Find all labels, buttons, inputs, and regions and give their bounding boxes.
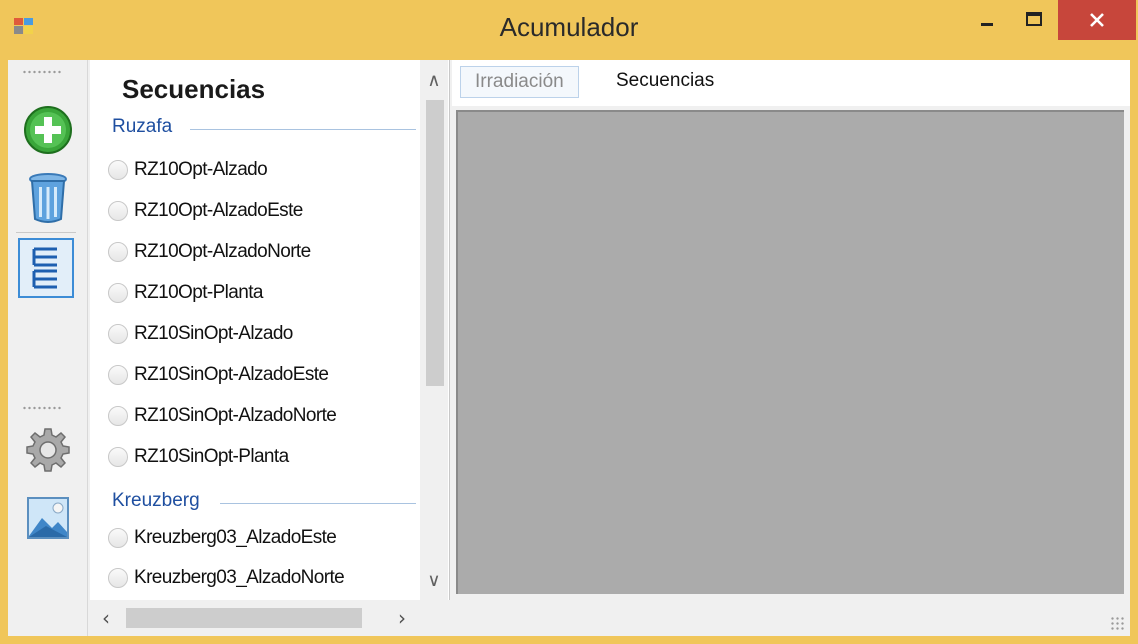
radio-label: RZ10Opt-Alzado	[134, 159, 268, 180]
radio-item[interactable]: Kreuzberg03_AlzadoNorte	[108, 560, 345, 596]
image-icon	[27, 497, 69, 539]
image-button[interactable]	[16, 486, 80, 550]
radio-item[interactable]: RZ10Opt-Planta	[108, 275, 263, 311]
tab-secuencias[interactable]: Secuencias	[602, 66, 728, 96]
scroll-right-icon[interactable]: ›	[386, 600, 418, 636]
radio-label: RZ10Opt-AlzadoEste	[134, 200, 303, 221]
gear-icon	[26, 428, 70, 472]
close-button[interactable]	[1058, 0, 1136, 40]
add-icon	[24, 106, 72, 154]
tree-view-icon	[32, 247, 57, 289]
radio-button[interactable]	[108, 283, 128, 303]
radio-label: RZ10Opt-AlzadoNorte	[134, 241, 311, 262]
radio-label: Kreuzberg03_AlzadoEste	[134, 527, 337, 548]
toolbar-separator	[16, 232, 76, 233]
tab-strip: Irradiación Secuencias	[452, 60, 1130, 106]
scroll-left-icon[interactable]: ‹	[90, 600, 122, 636]
workspace-canvas[interactable]	[456, 110, 1124, 594]
group-divider	[220, 503, 416, 504]
toolbar-grip-2[interactable]	[22, 406, 62, 410]
sequences-panel: Secuencias Ruzafa RZ10Opt-Alzado RZ10Opt…	[90, 60, 450, 636]
horizontal-scrollbar[interactable]: ‹ ›	[90, 600, 450, 636]
group-label-kreuzberg: Kreuzberg	[112, 490, 200, 511]
app-window: Acumulador Secuencias Ruzafa RZ10Opt-Alz…	[0, 0, 1138, 644]
radio-item[interactable]: RZ10SinOpt-AlzadoNorte	[108, 398, 337, 434]
title-bar[interactable]: Acumulador	[0, 0, 1138, 56]
radio-button[interactable]	[108, 160, 128, 180]
panel-title: Secuencias	[122, 74, 266, 104]
radio-item[interactable]: RZ10Opt-AlzadoNorte	[108, 234, 311, 270]
radio-button[interactable]	[108, 365, 128, 385]
side-toolbar	[8, 60, 88, 636]
toolbar-grip[interactable]	[22, 70, 62, 74]
radio-item[interactable]: RZ10SinOpt-AlzadoEste	[108, 357, 329, 393]
radio-item[interactable]: Kreuzberg03_AlzadoEste	[108, 520, 337, 556]
radio-label: RZ10SinOpt-AlzadoEste	[134, 364, 329, 385]
group-label-ruzafa: Ruzafa	[112, 116, 173, 137]
trash-icon	[29, 173, 67, 223]
radio-label: RZ10Opt-Planta	[134, 282, 263, 303]
radio-item[interactable]: RZ10SinOpt-Alzado	[108, 316, 293, 352]
radio-label: RZ10SinOpt-AlzadoNorte	[134, 405, 337, 426]
radio-button[interactable]	[108, 568, 128, 588]
content-area: Irradiación Secuencias	[452, 60, 1130, 636]
tab-irradiacion[interactable]: Irradiación	[460, 66, 579, 98]
radio-button[interactable]	[108, 201, 128, 221]
vertical-scrollbar[interactable]: ∧ ∨	[420, 60, 448, 600]
group-divider	[190, 129, 416, 130]
client-area: Secuencias Ruzafa RZ10Opt-Alzado RZ10Opt…	[8, 60, 1130, 636]
minimize-icon	[981, 23, 993, 26]
scroll-down-icon[interactable]: ∨	[420, 560, 448, 600]
vertical-scroll-thumb[interactable]	[426, 100, 444, 386]
close-icon	[1090, 13, 1104, 27]
radio-label: RZ10SinOpt-Planta	[134, 446, 289, 467]
radio-item[interactable]: RZ10SinOpt-Planta	[108, 439, 289, 475]
horizontal-scroll-thumb[interactable]	[126, 608, 362, 628]
radio-button[interactable]	[108, 406, 128, 426]
add-sequence-button[interactable]	[16, 98, 80, 162]
settings-button[interactable]	[16, 418, 80, 482]
radio-button[interactable]	[108, 528, 128, 548]
radio-item[interactable]: RZ10Opt-AlzadoEste	[108, 193, 303, 229]
maximize-icon	[1026, 12, 1042, 26]
delete-button[interactable]	[16, 166, 80, 230]
radio-label: Kreuzberg03_AlzadoNorte	[134, 567, 345, 588]
scroll-up-icon[interactable]: ∧	[420, 60, 448, 100]
resize-grip-icon[interactable]	[1110, 616, 1124, 630]
radio-button[interactable]	[108, 324, 128, 344]
radio-label: RZ10SinOpt-Alzado	[134, 323, 293, 344]
maximize-button[interactable]	[1010, 0, 1058, 40]
radio-button[interactable]	[108, 447, 128, 467]
minimize-button[interactable]	[964, 0, 1010, 40]
radio-item[interactable]: RZ10Opt-Alzado	[108, 152, 268, 188]
tree-view-button[interactable]	[18, 238, 74, 298]
radio-button[interactable]	[108, 242, 128, 262]
